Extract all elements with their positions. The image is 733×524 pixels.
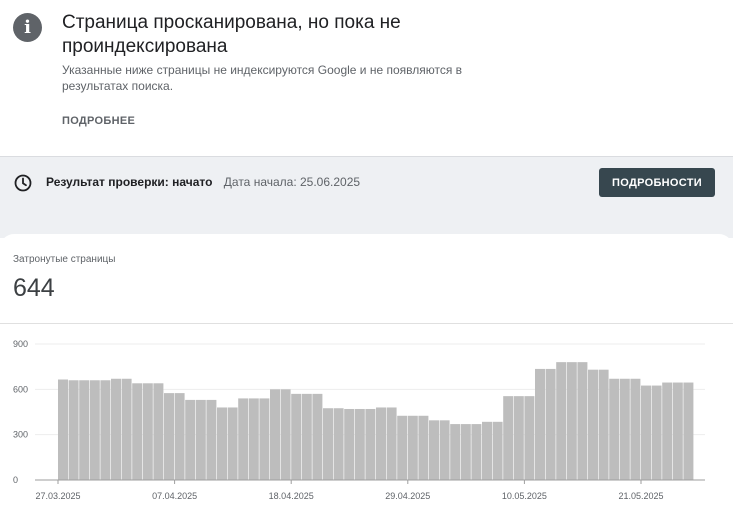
chart-bar bbox=[238, 398, 249, 480]
chart-bar bbox=[439, 420, 450, 480]
chart-bar bbox=[100, 380, 111, 480]
chart-bar bbox=[227, 407, 238, 480]
affected-pages-chart: 0 300 600 900 27.03.2025 07.04.2025 18.04.2025… bbox=[13, 339, 705, 501]
chart-bar bbox=[545, 368, 556, 480]
chart-bar bbox=[397, 415, 408, 480]
x-tick-label: 18.04.2025 bbox=[269, 491, 314, 501]
y-tick-label: 300 bbox=[13, 430, 28, 440]
chart-bar bbox=[344, 408, 355, 480]
chart-bar bbox=[354, 408, 365, 480]
chart-bar bbox=[482, 421, 492, 480]
chart-bar bbox=[471, 424, 482, 480]
chart-bar bbox=[164, 393, 174, 480]
chart-bar bbox=[577, 362, 588, 480]
y-tick-label: 900 bbox=[13, 339, 28, 349]
chart-bar bbox=[503, 396, 514, 480]
chart-bar bbox=[651, 385, 662, 480]
chart-bar bbox=[386, 407, 397, 480]
chart-bar bbox=[312, 393, 323, 480]
chart-bar bbox=[142, 383, 153, 480]
chart-bar bbox=[492, 421, 503, 480]
x-tick-label: 29.04.2025 bbox=[385, 491, 430, 501]
chart-bar bbox=[132, 383, 143, 480]
x-tick-label: 07.04.2025 bbox=[152, 491, 197, 501]
chart-bar bbox=[513, 396, 524, 480]
chart-bar bbox=[630, 378, 641, 480]
chart-bar bbox=[121, 378, 132, 480]
chart-bar bbox=[407, 415, 418, 480]
chart-bar bbox=[291, 393, 302, 480]
chart-bar bbox=[323, 408, 333, 480]
chart-bar bbox=[429, 420, 439, 480]
chart-bar bbox=[662, 382, 673, 480]
chart-bar bbox=[418, 415, 429, 480]
chart-bar bbox=[79, 380, 90, 480]
x-tick-label: 27.03.2025 bbox=[35, 491, 80, 501]
chart-bar bbox=[206, 399, 217, 480]
chart-bar bbox=[174, 393, 185, 480]
chart-bar bbox=[588, 369, 598, 480]
chart-bar bbox=[609, 378, 620, 480]
chart-bar bbox=[270, 389, 280, 480]
chart-bar bbox=[524, 396, 535, 480]
chart-bar bbox=[111, 378, 121, 480]
chart-bar bbox=[195, 399, 206, 480]
chart-bar bbox=[566, 362, 577, 480]
chart-bar bbox=[259, 398, 270, 480]
chart-bar bbox=[185, 399, 196, 480]
chart-bar bbox=[556, 362, 567, 480]
chart-bar bbox=[535, 368, 545, 480]
chart-bar bbox=[376, 407, 386, 480]
chart-bar bbox=[301, 393, 312, 480]
chart-bar bbox=[333, 408, 344, 480]
chart-bar bbox=[460, 424, 471, 480]
chart-bar bbox=[672, 382, 683, 480]
y-tick-label: 0 bbox=[13, 475, 18, 485]
chart-bar bbox=[68, 380, 79, 480]
chart-bar bbox=[683, 382, 694, 480]
y-tick-label: 600 bbox=[13, 384, 28, 394]
chart-bar bbox=[641, 385, 651, 480]
chart-bar bbox=[280, 389, 291, 480]
chart-bar bbox=[450, 424, 461, 480]
chart-bar bbox=[598, 369, 609, 480]
chart-bar bbox=[58, 379, 68, 480]
chart-bar bbox=[153, 383, 164, 480]
x-tick-label: 21.05.2025 bbox=[618, 491, 663, 501]
x-tick-label: 10.05.2025 bbox=[502, 491, 547, 501]
chart-bar bbox=[217, 407, 227, 480]
chart-bar bbox=[248, 398, 259, 480]
chart-bar bbox=[365, 408, 376, 480]
chart-bar bbox=[619, 378, 630, 480]
chart-bar bbox=[89, 380, 100, 480]
